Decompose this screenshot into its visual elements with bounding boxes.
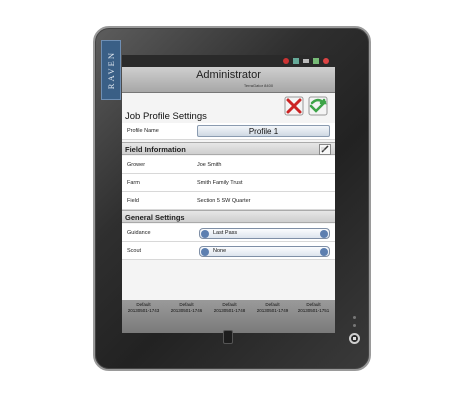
field-row[interactable]: Farm Smith Family Trust (122, 174, 335, 192)
field-row[interactable]: Grower Joe Smith (122, 156, 335, 174)
field-row[interactable]: Field Section 5 SW Quarter (122, 192, 335, 210)
header-title: Administrator (196, 69, 261, 81)
field-label: Field (127, 198, 139, 204)
footer-profile-id: 20130501-1749 (256, 307, 289, 313)
footer-profile[interactable]: Default 20130501-1749 (251, 302, 294, 313)
guidance-label: Guidance (127, 230, 151, 236)
field-info-section: Field Information (122, 142, 335, 155)
power-icon (353, 337, 356, 340)
farm-label: Farm (127, 180, 140, 186)
footer-profile[interactable]: Default 20130501-1746 (165, 302, 208, 313)
status-bar (122, 55, 335, 67)
footer-profile-id: 20130501-1743 (127, 307, 160, 313)
footer-profile[interactable]: Default 20130501-1748 (208, 302, 251, 313)
brand-text: RAVEN (106, 50, 116, 90)
signal-icon (293, 58, 299, 64)
page-title: Job Profile Settings (125, 111, 207, 122)
select-right-arrow-icon (320, 230, 328, 238)
status-icon (303, 59, 309, 63)
brand-label: RAVEN (101, 40, 121, 100)
profile-footer: Default 20130501-1743 Default 20130501-1… (122, 300, 335, 333)
guidance-select[interactable]: Last Pass (199, 228, 330, 239)
scout-value: None (213, 248, 227, 254)
scout-select[interactable]: None (199, 246, 330, 257)
footer-profile-id: 20130501-1746 (170, 307, 203, 313)
select-left-arrow-icon (201, 248, 209, 256)
select-right-arrow-icon (320, 248, 328, 256)
section-title: General Settings (125, 213, 185, 222)
footer-profile-id: 20130501-1748 (213, 307, 246, 313)
accept-icon[interactable] (308, 96, 328, 116)
general-settings-section: General Settings (122, 210, 335, 223)
alarm-icon (323, 58, 329, 64)
edit-icon[interactable] (319, 144, 331, 155)
cancel-icon[interactable] (284, 96, 304, 116)
guidance-value: Last Pass (213, 230, 238, 236)
grower-label: Grower (127, 162, 146, 168)
footer-profile[interactable]: Default 20130501-1751 (292, 302, 335, 313)
indicator-light (353, 316, 356, 319)
indicator-light (353, 324, 356, 327)
footer-profile-id: 20130501-1751 (297, 307, 330, 313)
header-subtitle: TerraGator 8400 (243, 83, 274, 88)
rate-icon (313, 58, 319, 64)
profile-label: Profile Name (127, 128, 159, 134)
grower-value: Joe Smith (197, 162, 222, 168)
scout-label: Scout (127, 248, 142, 254)
section-title: Field Information (125, 145, 186, 154)
device-screen: Administrator TerraGator 8400 Job Profil… (122, 55, 335, 333)
farm-value: Smith Family Trust (197, 180, 243, 186)
gps-icon (283, 58, 289, 64)
footer-profile[interactable]: Default 20130501-1743 (122, 302, 165, 313)
app-header: Administrator TerraGator 8400 (122, 67, 335, 93)
select-left-arrow-icon (201, 230, 209, 238)
profile-name-button[interactable]: Profile 1 (197, 125, 330, 137)
home-tab-handle[interactable] (223, 330, 233, 344)
field-value: Section 5 SW Quarter (197, 198, 251, 204)
